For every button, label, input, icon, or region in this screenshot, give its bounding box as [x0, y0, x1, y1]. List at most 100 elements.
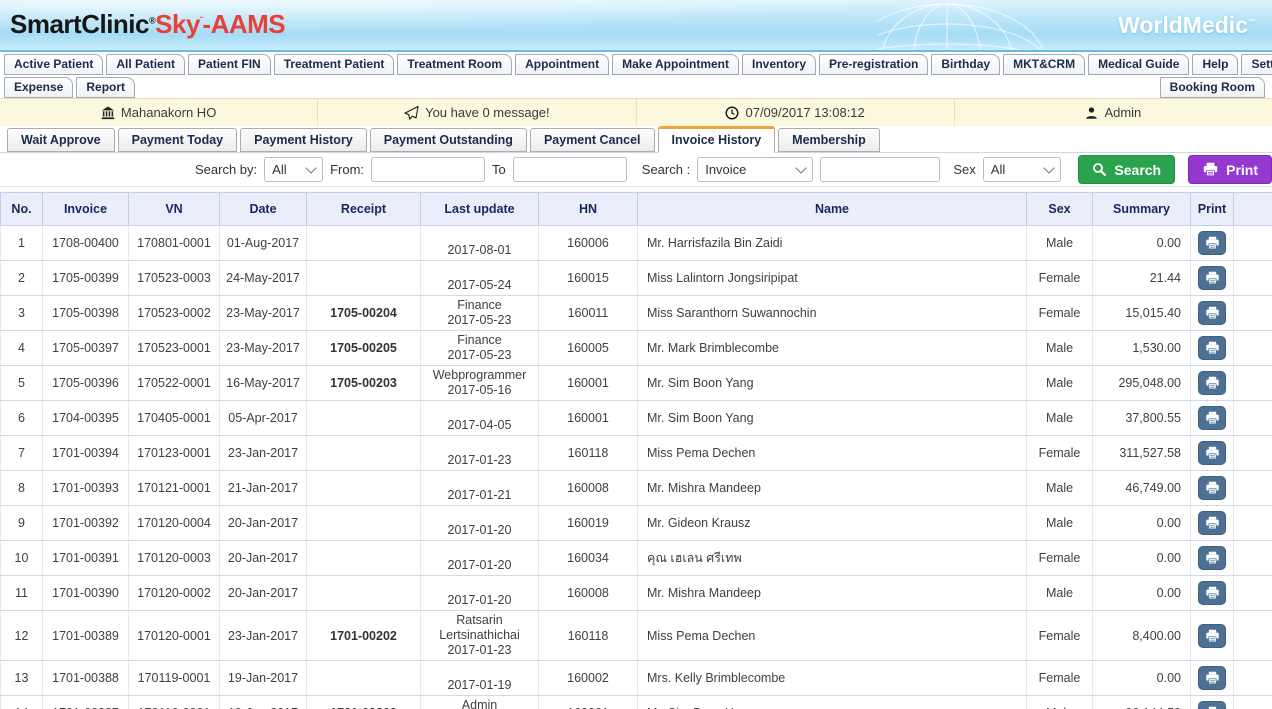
- from-date-input[interactable]: [371, 157, 485, 182]
- cell-summary: 1,530.00: [1093, 331, 1191, 366]
- nav-tab-treatment-room[interactable]: Treatment Room: [397, 54, 512, 75]
- cell-hn: 160019: [539, 506, 638, 541]
- cell-name: Miss Pema Dechen: [638, 436, 1027, 471]
- cell-vn: 170123-0001: [129, 436, 220, 471]
- cell-receipt: 1705-00205: [307, 331, 421, 366]
- cell-extra: [1234, 471, 1272, 506]
- print-row-button[interactable]: [1198, 406, 1226, 430]
- cell-hn: 160118: [539, 611, 638, 661]
- cell-date: 01-Aug-2017: [220, 226, 307, 261]
- subtab-membership[interactable]: Membership: [778, 128, 880, 152]
- nav-tab-patient-fin[interactable]: Patient FIN: [188, 54, 271, 75]
- search-query-input[interactable]: [820, 157, 940, 182]
- col-header-date: Date: [220, 193, 307, 226]
- nav-tab-birthday[interactable]: Birthday: [931, 54, 1000, 75]
- subtab-payment-today[interactable]: Payment Today: [118, 128, 237, 152]
- table-row: 61704-00395170405-000105-Apr-20172017-04…: [1, 401, 1272, 436]
- cell-extra: [1234, 436, 1272, 471]
- printer-icon: [1205, 481, 1220, 495]
- cell-hn: 160008: [539, 471, 638, 506]
- nav-tab-inventory[interactable]: Inventory: [742, 54, 816, 75]
- nav-tab-medical-guide[interactable]: Medical Guide: [1088, 54, 1189, 75]
- cell-extra: [1234, 261, 1272, 296]
- nav-tab-setting[interactable]: Setting: [1241, 54, 1272, 75]
- print-row-button[interactable]: [1198, 266, 1226, 290]
- cell-no: 4: [1, 331, 43, 366]
- table-row: 101701-00391170120-000320-Jan-20172017-0…: [1, 541, 1272, 576]
- print-row-button[interactable]: [1198, 624, 1226, 648]
- subtab-payment-history[interactable]: Payment History: [240, 128, 367, 152]
- cell-sex: Male: [1027, 331, 1093, 366]
- cell-no: 6: [1, 401, 43, 436]
- cell-vn: 170120-0003: [129, 541, 220, 576]
- print-row-button[interactable]: [1198, 511, 1226, 535]
- to-date-input[interactable]: [513, 157, 627, 182]
- nav-tab-appointment[interactable]: Appointment: [515, 54, 609, 75]
- print-row-button[interactable]: [1198, 336, 1226, 360]
- app-header: SmartClinic®Sky˜-AAMS WorldMedic™: [0, 0, 1272, 52]
- nav-tab-pre-registration[interactable]: Pre-registration: [819, 54, 928, 75]
- search-toolbar: Search by: All From: To Search : Invoice…: [0, 153, 1272, 187]
- nav-tab-treatment-patient[interactable]: Treatment Patient: [274, 54, 395, 75]
- subtab-invoice-history[interactable]: Invoice History: [658, 126, 776, 153]
- cell-name: Mr. Sim Boon Yang: [638, 696, 1027, 709]
- table-row: 121701-00389170120-000123-Jan-20171701-0…: [1, 611, 1272, 661]
- search-field-select[interactable]: Invoice: [697, 157, 813, 182]
- print-row-button[interactable]: [1198, 441, 1226, 465]
- nav-tab-make-appointment[interactable]: Make Appointment: [612, 54, 739, 75]
- cell-date: 05-Apr-2017: [220, 401, 307, 436]
- cell-receipt: [307, 436, 421, 471]
- search-by-select[interactable]: All: [264, 157, 323, 182]
- cell-invoice: 1705-00399: [43, 261, 129, 296]
- printer-icon: [1205, 446, 1220, 460]
- cell-name: Miss Lalintorn Jongsiripipat: [638, 261, 1027, 296]
- cell-vn: 170120-0001: [129, 611, 220, 661]
- cell-date: 23-May-2017: [220, 296, 307, 331]
- cell-summary: 96,144.59: [1093, 696, 1191, 709]
- nav-tab-expense[interactable]: Expense: [4, 77, 73, 98]
- vendor-tm-mark: ™: [1248, 17, 1256, 26]
- search-button[interactable]: Search: [1078, 155, 1175, 184]
- print-row-button[interactable]: [1198, 231, 1226, 255]
- cell-name: Mr. Sim Boon Yang: [638, 366, 1027, 401]
- nav-tab-all-patient[interactable]: All Patient: [106, 54, 185, 75]
- cell-sex: Male: [1027, 471, 1093, 506]
- print-row-button[interactable]: [1198, 301, 1226, 325]
- sex-select[interactable]: All: [983, 157, 1062, 182]
- nav-tab-active-patient[interactable]: Active Patient: [4, 54, 103, 75]
- cell-hn: 160015: [539, 261, 638, 296]
- cell-name: Miss Saranthorn Suwannochin: [638, 296, 1027, 331]
- cell-invoice: 1701-00390: [43, 576, 129, 611]
- table-row: 11708-00400170801-000101-Aug-20172017-08…: [1, 226, 1272, 261]
- print-button[interactable]: Print: [1188, 155, 1272, 184]
- cell-receipt: [307, 541, 421, 576]
- nav-tab-help[interactable]: Help: [1192, 54, 1238, 75]
- subtab-wait-approve[interactable]: Wait Approve: [7, 128, 115, 152]
- nav-tab-mkt-crm[interactable]: MKT&CRM: [1003, 54, 1085, 75]
- print-row-button[interactable]: [1198, 666, 1226, 690]
- nav-tab-booking-room[interactable]: Booking Room: [1160, 77, 1265, 98]
- print-row-button[interactable]: [1198, 371, 1226, 395]
- table-row: 21705-00399170523-000324-May-20172017-05…: [1, 261, 1272, 296]
- cell-extra: [1234, 611, 1272, 661]
- cell-no: 5: [1, 366, 43, 401]
- cell-vn: 170522-0001: [129, 366, 220, 401]
- cell-vn: 170116-0001: [129, 696, 220, 709]
- print-row-button[interactable]: [1198, 546, 1226, 570]
- print-row-button[interactable]: [1198, 581, 1226, 605]
- table-row: 71701-00394170123-000123-Jan-20172017-01…: [1, 436, 1272, 471]
- col-header-summary: Summary: [1093, 193, 1191, 226]
- print-row-button[interactable]: [1198, 701, 1226, 709]
- print-row-button[interactable]: [1198, 476, 1226, 500]
- printer-icon: [1205, 236, 1220, 250]
- vendor-logo: WorldMedic™: [1118, 12, 1256, 39]
- cell-invoice: 1701-00389: [43, 611, 129, 661]
- subtab-payment-cancel[interactable]: Payment Cancel: [530, 128, 655, 152]
- cell-date: 24-May-2017: [220, 261, 307, 296]
- cell-receipt: [307, 506, 421, 541]
- cell-summary: 295,048.00: [1093, 366, 1191, 401]
- cell-name: Mr. Mark Brimblecombe: [638, 331, 1027, 366]
- subtab-payment-outstanding[interactable]: Payment Outstanding: [370, 128, 527, 152]
- cell-no: 1: [1, 226, 43, 261]
- nav-tab-report[interactable]: Report: [76, 77, 135, 98]
